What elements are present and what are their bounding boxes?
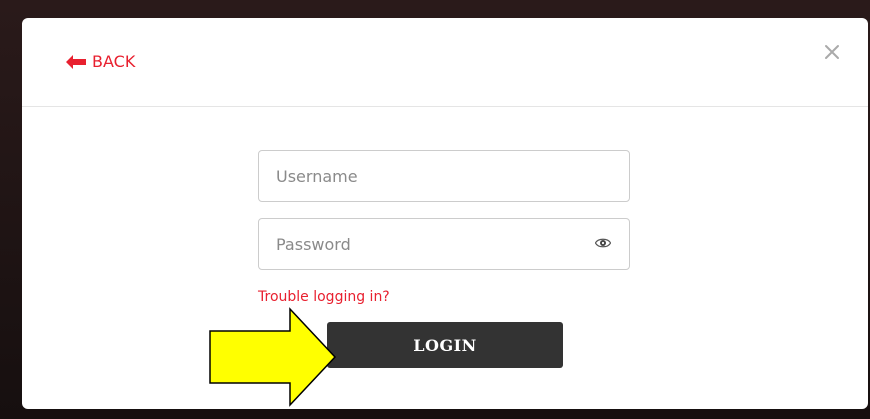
yellow-arrow-icon [209, 307, 337, 407]
eye-icon[interactable] [595, 237, 611, 249]
arrow-left-icon [66, 55, 86, 69]
trouble-logging-in-link[interactable]: Trouble logging in? [258, 288, 390, 306]
username-field [258, 150, 630, 202]
back-label: BACK [92, 52, 136, 71]
login-modal: BACK Trouble logging in? LOGIN [22, 18, 868, 409]
password-input[interactable] [259, 219, 596, 269]
login-button[interactable]: LOGIN [327, 322, 563, 368]
password-field [258, 218, 630, 270]
back-button[interactable]: BACK [66, 52, 135, 72]
username-input[interactable] [259, 151, 596, 201]
modal-header: BACK [22, 18, 868, 107]
close-icon[interactable] [822, 42, 842, 62]
